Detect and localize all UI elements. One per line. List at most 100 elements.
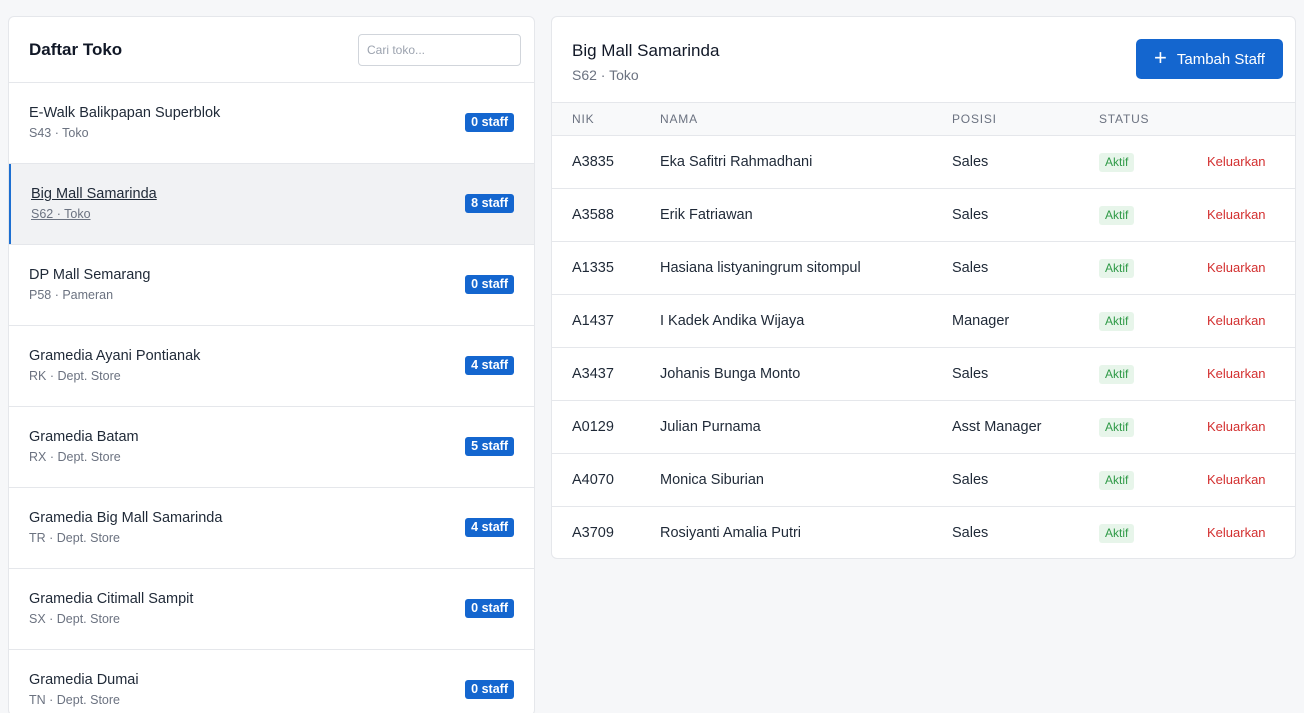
remove-staff-link[interactable]: Keluarkan	[1207, 260, 1266, 275]
cell-nik: A1335	[572, 260, 614, 276]
table-row: A0129 Julian Purnama Asst Manager Aktif …	[552, 401, 1295, 454]
column-header-action	[1207, 103, 1295, 136]
remove-staff-link[interactable]: Keluarkan	[1207, 472, 1266, 487]
status-badge: Aktif	[1099, 311, 1135, 331]
table-row: A1437 I Kadek Andika Wijaya Manager Akti…	[552, 295, 1295, 348]
cell-posisi: Sales	[952, 366, 989, 382]
store-item[interactable]: Gramedia Citimall Sampit SX · Dept. Stor…	[9, 569, 534, 650]
staff-count-badge: 4 staff	[465, 356, 514, 375]
staff-count-badge: 0 staff	[465, 275, 514, 294]
store-item[interactable]: E-Walk Balikpapan Superblok S43 · Toko 0…	[9, 83, 534, 164]
cell-status: Aktif	[1099, 189, 1207, 242]
store-code: TR · Dept. Store	[29, 531, 120, 545]
cell-posisi: Sales	[952, 525, 989, 542]
cell-nik: A3709	[572, 525, 614, 542]
store-list-header: Daftar Toko	[9, 17, 534, 83]
store-search-input[interactable]	[358, 33, 521, 66]
staff-count-badge: 5 staff	[465, 437, 514, 456]
column-header-nik: NIK	[572, 112, 595, 126]
store-item[interactable]: Gramedia Dumai TN · Dept. Store 0 staff	[9, 650, 534, 713]
staff-count-badge: 4 staff	[465, 518, 514, 537]
cell-nama: Rosiyanti Amalia Putri	[660, 525, 802, 542]
cell-posisi: Asst Manager	[952, 419, 1042, 435]
cell-action: Keluarkan	[1207, 295, 1295, 348]
store-detail-header: Big Mall Samarinda S62 · Toko + Tambah S…	[552, 17, 1295, 102]
status-badge: Aktif	[1099, 364, 1135, 384]
store-name: E-Walk Balikpapan Superblok	[29, 105, 221, 121]
add-staff-button[interactable]: + Tambah Staff	[1136, 39, 1283, 79]
store-detail-panel: Big Mall Samarinda S62 · Toko + Tambah S…	[551, 16, 1296, 559]
cell-nama: Erik Fatriawan	[660, 207, 753, 223]
store-code: RX · Dept. Store	[29, 450, 121, 464]
cell-nama: I Kadek Andika Wijaya	[660, 313, 805, 329]
store-name: Gramedia Big Mall Samarinda	[29, 510, 223, 526]
cell-nama: Eka Safitri Rahmadhani	[660, 154, 813, 170]
remove-staff-link[interactable]: Keluarkan	[1207, 419, 1266, 434]
store-item[interactable]: Gramedia Batam RX · Dept. Store 5 staff	[9, 407, 534, 488]
store-item-selected[interactable]: Big Mall Samarinda S62 · Toko 8 staff	[9, 164, 534, 245]
cell-posisi: Sales	[952, 472, 989, 488]
cell-status: Aktif	[1099, 454, 1207, 507]
staff-count-badge: 0 staff	[465, 680, 514, 699]
store-list-title: Daftar Toko	[29, 39, 123, 59]
status-badge: Aktif	[1099, 470, 1135, 490]
remove-staff-link[interactable]: Keluarkan	[1207, 207, 1266, 222]
staff-count-badge: 0 staff	[465, 113, 514, 132]
cell-nik: A3588	[572, 207, 614, 223]
table-row: A3437 Johanis Bunga Monto Sales Aktif Ke…	[552, 348, 1295, 401]
status-badge: Aktif	[1099, 258, 1135, 278]
store-list-panel: Daftar Toko E-Walk Balikpapan Superblok …	[8, 16, 535, 713]
cell-nama: Johanis Bunga Monto	[660, 366, 801, 382]
store-code: S62 · Toko	[31, 207, 91, 221]
table-header-row: NIK NAMA POSISI STATUS	[552, 102, 1295, 136]
cell-status: Aktif	[1099, 295, 1207, 348]
column-header-nama: NAMA	[660, 112, 698, 126]
remove-staff-link[interactable]: Keluarkan	[1207, 525, 1266, 540]
staff-count-badge: 0 staff	[465, 599, 514, 618]
staff-count-badge: 8 staff	[465, 194, 514, 213]
store-name: Gramedia Citimall Sampit	[29, 591, 194, 607]
store-code: P58 · Pameran	[29, 288, 114, 302]
table-row: A3835 Eka Safitri Rahmadhani Sales Aktif…	[552, 136, 1295, 189]
store-item[interactable]: DP Mall Semarang P58 · Pameran 0 staff	[9, 245, 534, 326]
page: Daftar Toko E-Walk Balikpapan Superblok …	[0, 0, 1304, 713]
status-badge: Aktif	[1099, 417, 1135, 437]
cell-action: Keluarkan	[1207, 401, 1295, 454]
cell-action: Keluarkan	[1207, 189, 1295, 242]
store-code: S43 · Toko	[29, 126, 89, 140]
cell-status: Aktif	[1099, 401, 1207, 454]
staff-table: NIK NAMA POSISI STATUS A3835 Eka Safitri…	[552, 102, 1295, 559]
store-name: Gramedia Ayani Pontianak	[29, 348, 201, 364]
cell-posisi: Manager	[952, 313, 1010, 329]
remove-staff-link[interactable]: Keluarkan	[1207, 154, 1266, 169]
store-name: DP Mall Semarang	[29, 267, 151, 283]
store-code: SX · Dept. Store	[29, 612, 121, 626]
cell-action: Keluarkan	[1207, 454, 1295, 507]
cell-nama: Monica Siburian	[660, 472, 764, 488]
store-item[interactable]: Gramedia Ayani Pontianak RK · Dept. Stor…	[9, 326, 534, 407]
cell-posisi: Sales	[952, 207, 989, 223]
table-row: A3588 Erik Fatriawan Sales Aktif Keluark…	[552, 189, 1295, 242]
store-code: TN · Dept. Store	[29, 693, 120, 707]
remove-staff-link[interactable]: Keluarkan	[1207, 366, 1266, 381]
store-item[interactable]: Gramedia Big Mall Samarinda TR · Dept. S…	[9, 488, 534, 569]
status-badge: Aktif	[1099, 523, 1135, 543]
store-name: Gramedia Batam	[29, 429, 139, 445]
cell-status: Aktif	[1099, 136, 1207, 189]
cell-nik: A3437	[572, 366, 614, 382]
remove-staff-link[interactable]: Keluarkan	[1207, 313, 1266, 328]
cell-action: Keluarkan	[1207, 348, 1295, 401]
table-row: A3709 Rosiyanti Amalia Putri Sales Aktif…	[552, 507, 1295, 559]
cell-status: Aktif	[1099, 242, 1207, 295]
cell-nama: Julian Purnama	[660, 419, 761, 435]
plus-icon: +	[1154, 45, 1167, 70]
add-staff-label: Tambah Staff	[1176, 50, 1265, 68]
cell-posisi: Sales	[952, 260, 989, 276]
table-row: A1335 Hasiana listyaningrum sitompul Sal…	[552, 242, 1295, 295]
status-badge: Aktif	[1099, 152, 1135, 172]
cell-status: Aktif	[1099, 348, 1207, 401]
cell-nik: A3835	[572, 154, 614, 170]
table-row: A4070 Monica Siburian Sales Aktif Keluar…	[552, 454, 1295, 507]
cell-nik: A0129	[572, 419, 614, 435]
cell-action: Keluarkan	[1207, 242, 1295, 295]
